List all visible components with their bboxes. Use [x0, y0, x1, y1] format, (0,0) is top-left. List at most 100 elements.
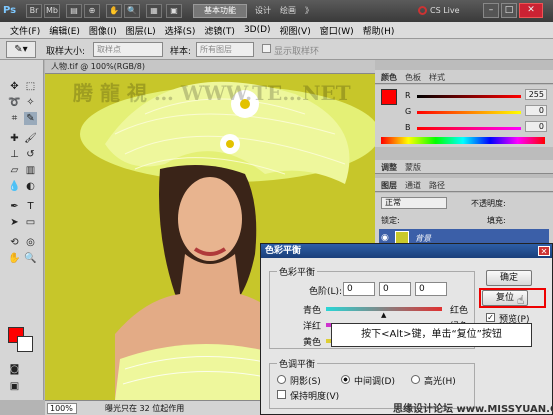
lock-label: 锁定: [381, 216, 400, 225]
screen-mode-tool-icon[interactable]: ▣ [8, 380, 21, 393]
tab-swatches[interactable]: 色板 [405, 72, 421, 83]
tab-color[interactable]: 颜色 [381, 72, 397, 83]
3d-orbit-tool-icon[interactable]: ◎ [24, 236, 37, 249]
photoshop-window: Ps Br Mb ▤ ⊕ ✋ 🔍 ▦ ▣ 基本功能 设计 绘画 》 CS Liv… [0, 0, 553, 415]
color-panel: R 255 G 0 B 0 [375, 85, 553, 147]
menu-window[interactable]: 窗口(W) [320, 24, 354, 37]
screen-mode-icon[interactable]: ▣ [166, 4, 182, 18]
cs-live-button[interactable]: CS Live [430, 4, 476, 18]
options-bar: ✎▾ 取样大小: 取样点 样本: 所有图层 显示取样环 [0, 39, 553, 60]
zoom-field[interactable]: 100% [47, 403, 77, 414]
tab-masks[interactable]: 蒙版 [405, 162, 421, 173]
guides-icon[interactable]: ▤ [66, 4, 82, 18]
workspace-design-link[interactable]: 设计 [255, 5, 271, 16]
workspace-more-link[interactable]: 》 [305, 5, 313, 16]
eye-icon[interactable]: ◉ [381, 233, 391, 243]
blur-tool-icon[interactable]: 💧 [8, 180, 21, 193]
levels-yellow-blue-input[interactable]: 0 [415, 282, 447, 296]
sample-size-select[interactable]: 取样点 [93, 42, 163, 57]
slider-r[interactable] [417, 95, 521, 98]
dialog-title: 色彩平衡 [261, 244, 552, 258]
menu-layer[interactable]: 图层(L) [126, 24, 156, 37]
tab-adjustments[interactable]: 调整 [381, 162, 397, 173]
document-tab-label: 人物.tif @ 100%(RGB/8) [51, 62, 145, 71]
menu-select[interactable]: 选择(S) [165, 24, 196, 37]
layer-panel-tabs: 图层 通道 路径 [375, 178, 553, 192]
crop-tool-icon[interactable]: ⌗ [8, 112, 21, 125]
fill-label: 填充: [487, 216, 506, 225]
preserve-luminosity-checkbox[interactable] [277, 390, 286, 399]
eyedropper-tool-icon[interactable]: ✎ [24, 112, 37, 125]
menu-view[interactable]: 视图(V) [280, 24, 311, 37]
menu-filter[interactable]: 滤镜(T) [204, 24, 235, 37]
slider-b-value[interactable]: 0 [525, 121, 547, 132]
history-brush-tool-icon[interactable]: ↺ [24, 148, 37, 161]
path-select-tool-icon[interactable]: ➤ [8, 216, 21, 229]
3d-rotate-tool-icon[interactable]: ⟲ [8, 236, 21, 249]
ok-button[interactable]: 确定 [486, 270, 532, 286]
menu-edit[interactable]: 编辑(E) [49, 24, 80, 37]
hand-tool-icon[interactable]: ✋ [8, 252, 21, 265]
panel-fg-swatch[interactable] [381, 89, 397, 105]
brush-tool-icon[interactable]: 🖌 [24, 132, 37, 145]
eraser-tool-icon[interactable]: ▱ [8, 164, 21, 177]
levels-magenta-green-input[interactable]: 0 [379, 282, 411, 296]
quick-mask-icon[interactable]: ◙ [8, 363, 21, 376]
marquee-tool-icon[interactable]: ⬚ [24, 80, 37, 93]
minimize-button[interactable]: – [483, 3, 499, 18]
cursor-icon: ☝ [517, 293, 525, 307]
balance-group-title: 色彩平衡 [277, 265, 318, 278]
bridge-icon[interactable]: Br [26, 4, 42, 18]
arrange-icon[interactable]: ▦ [146, 4, 162, 18]
background-color-swatch[interactable] [17, 336, 33, 352]
preview-checkbox[interactable]: ✓ [486, 313, 495, 322]
cyan-red-thumb-icon[interactable]: ▲ [381, 311, 386, 319]
tab-layers[interactable]: 图层 [381, 180, 397, 191]
slider-r-value[interactable]: 255 [525, 89, 547, 100]
show-ring-checkbox[interactable] [262, 44, 271, 53]
healing-tool-icon[interactable]: ✚ [8, 132, 21, 145]
eyedropper-preset-icon[interactable]: ✎▾ [6, 41, 36, 58]
close-button[interactable]: ✕ [519, 3, 543, 18]
slider-g[interactable] [417, 111, 521, 114]
midtones-radio[interactable] [341, 375, 350, 384]
image-watermark: 腾 龍 視 … WWW.TE…NET [73, 81, 351, 105]
move-tool-icon[interactable]: ✥ [8, 80, 21, 93]
shape-tool-icon[interactable]: ▭ [24, 216, 37, 229]
type-tool-icon[interactable]: T [24, 200, 37, 213]
tab-channels[interactable]: 通道 [405, 180, 421, 191]
document-tab[interactable]: 人物.tif @ 100%(RGB/8) [45, 60, 375, 74]
tab-paths[interactable]: 路径 [429, 180, 445, 191]
slider-b-label: B [405, 123, 411, 132]
stamp-tool-icon[interactable]: ⊥ [8, 148, 21, 161]
pen-tool-icon[interactable]: ✒ [8, 200, 21, 213]
slider-b[interactable] [417, 127, 521, 130]
menu-3d[interactable]: 3D(D) [244, 25, 271, 35]
dodge-tool-icon[interactable]: ◐ [24, 180, 37, 193]
gradient-tool-icon[interactable]: ▥ [24, 164, 37, 177]
minibridge-icon[interactable]: Mb [44, 4, 60, 18]
tab-styles[interactable]: 样式 [429, 72, 445, 83]
blend-mode-select[interactable]: 正常 [381, 197, 447, 209]
shadows-radio[interactable] [277, 375, 286, 384]
lasso-tool-icon[interactable]: ➰ [8, 96, 21, 109]
menu-image[interactable]: 图像(I) [89, 24, 117, 37]
menu-help[interactable]: 帮助(H) [363, 24, 395, 37]
hand-icon[interactable]: ✋ [106, 4, 122, 18]
zoom-tool-icon[interactable]: 🔍 [24, 252, 37, 265]
workspace-paint-link[interactable]: 绘画 [280, 5, 296, 16]
maximize-button[interactable]: □ [501, 3, 517, 18]
sample-select[interactable]: 所有图层 [196, 42, 254, 57]
dialog-close-button[interactable]: ✕ [538, 246, 550, 256]
color-ramp[interactable] [381, 137, 545, 144]
slider-g-value[interactable]: 0 [525, 105, 547, 116]
zoom-level-icon[interactable]: ⊕ [84, 4, 100, 18]
menu-file[interactable]: 文件(F) [10, 24, 40, 37]
magic-wand-tool-icon[interactable]: ✧ [24, 96, 37, 109]
levels-cyan-red-input[interactable]: 0 [343, 282, 375, 296]
opacity-label: 不透明度: [471, 199, 506, 208]
workspace-button[interactable]: 基本功能 [193, 4, 247, 18]
zoom-icon[interactable]: 🔍 [124, 4, 140, 18]
highlights-radio[interactable] [411, 375, 420, 384]
title-bar: Ps Br Mb ▤ ⊕ ✋ 🔍 ▦ ▣ 基本功能 设计 绘画 》 CS Liv… [0, 0, 553, 22]
